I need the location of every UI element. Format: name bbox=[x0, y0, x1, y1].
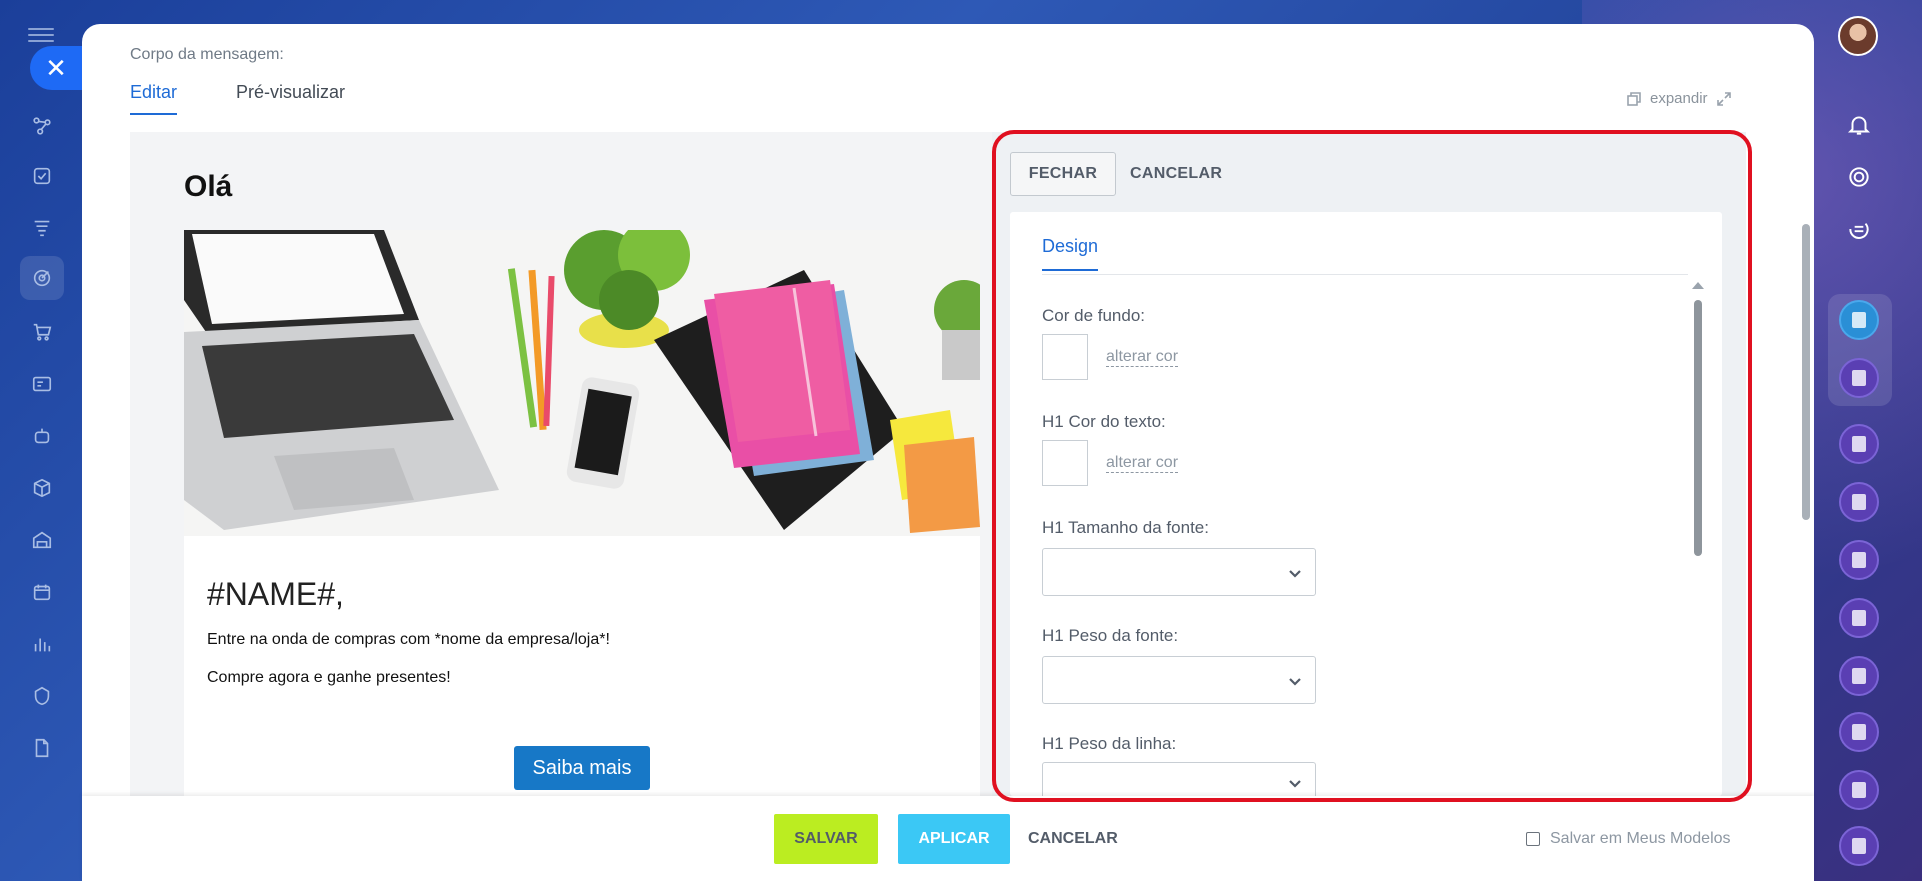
desk-photo bbox=[184, 230, 980, 536]
chat-sync-icon[interactable] bbox=[1842, 212, 1876, 246]
email-canvas: Olá #NAME#, Entre na onda de compras com… bbox=[130, 132, 992, 796]
body-label: Corpo da mensagem: bbox=[130, 46, 284, 63]
scroll-up-arrow[interactable] bbox=[1692, 282, 1704, 289]
contact-avatar[interactable] bbox=[1839, 712, 1879, 752]
cart-icon[interactable] bbox=[26, 316, 58, 348]
panel-inner: Corpo da mensagem: Editar Pré-visualizar… bbox=[106, 24, 1772, 881]
contact-avatar[interactable] bbox=[1839, 656, 1879, 696]
name-placeholder[interactable]: #NAME#, bbox=[207, 576, 344, 613]
footer-bar: SALVAR APLICAR CANCELAR Salvar em Meus M… bbox=[82, 796, 1814, 881]
document-icon[interactable] bbox=[26, 732, 58, 764]
calendar-icon[interactable] bbox=[26, 576, 58, 608]
h1-text-color-label: H1 Cor do texto: bbox=[1042, 412, 1166, 431]
block-settings-panel: FECHAR CANCELAR Design Cor de fundo: alt… bbox=[992, 132, 1746, 796]
close-icon: ✕ bbox=[45, 52, 67, 83]
chevron-down-icon bbox=[1289, 780, 1301, 788]
bookmark-avatar[interactable] bbox=[1839, 300, 1879, 340]
save-template-checkbox[interactable] bbox=[1526, 832, 1540, 846]
h1-text-color-change-link[interactable]: alterar cor bbox=[1106, 454, 1179, 473]
background-color-swatch[interactable] bbox=[1042, 334, 1088, 380]
copilot-icon[interactable] bbox=[1842, 160, 1876, 194]
scroll-thumb[interactable] bbox=[1694, 300, 1702, 556]
email-line-2[interactable]: Compre agora e ganhe presentes! bbox=[207, 669, 451, 687]
robot-icon[interactable] bbox=[26, 420, 58, 452]
cta-button[interactable]: Saiba mais bbox=[514, 746, 650, 790]
main-panel: Corpo da mensagem: Editar Pré-visualizar… bbox=[82, 24, 1814, 881]
tab-divider bbox=[1042, 274, 1688, 275]
page-scrollbar[interactable] bbox=[1802, 224, 1810, 520]
cancel-panel-button[interactable]: CANCELAR bbox=[1130, 152, 1222, 196]
avatar[interactable] bbox=[1838, 16, 1878, 56]
apply-button[interactable]: APLICAR bbox=[898, 814, 1010, 864]
email-greeting[interactable]: Olá bbox=[184, 170, 232, 204]
contact-card-icon[interactable] bbox=[26, 368, 58, 400]
close-panel-button[interactable]: FECHAR bbox=[1010, 152, 1116, 196]
warehouse-icon[interactable] bbox=[26, 524, 58, 556]
right-sidebar bbox=[1814, 0, 1922, 881]
hero-image[interactable] bbox=[184, 230, 980, 536]
tab-preview[interactable]: Pré-visualizar bbox=[236, 82, 345, 103]
contact-avatar[interactable] bbox=[1839, 540, 1879, 580]
contact-avatar[interactable] bbox=[1839, 598, 1879, 638]
content-area: Corpo da mensagem: Editar Pré-visualizar… bbox=[106, 24, 1772, 796]
chevron-down-icon bbox=[1289, 678, 1301, 686]
h1-font-weight-select[interactable] bbox=[1042, 656, 1316, 704]
contact-avatar[interactable] bbox=[1839, 358, 1879, 398]
save-button[interactable]: SALVAR bbox=[774, 814, 878, 864]
email-body-block[interactable]: #NAME#, Entre na onda de compras com *no… bbox=[184, 536, 980, 796]
background-color-label: Cor de fundo: bbox=[1042, 306, 1146, 325]
contact-avatar[interactable] bbox=[1839, 424, 1879, 464]
funnel-icon[interactable] bbox=[26, 212, 58, 244]
settings-scrollbar[interactable] bbox=[1692, 282, 1704, 782]
target-icon[interactable] bbox=[20, 256, 64, 300]
copy-icon bbox=[1627, 91, 1641, 106]
tab-design[interactable]: Design bbox=[1042, 236, 1099, 271]
expand-button[interactable]: expandir bbox=[1626, 90, 1732, 107]
contact-avatar[interactable] bbox=[1839, 770, 1879, 810]
h1-line-weight-select[interactable] bbox=[1042, 762, 1316, 796]
expand-label: expandir bbox=[1650, 90, 1708, 107]
h1-font-size-label: H1 Tamanho da fonte: bbox=[1042, 518, 1209, 537]
flow-icon[interactable] bbox=[26, 110, 58, 142]
chart-icon[interactable] bbox=[26, 628, 58, 660]
left-sidebar bbox=[0, 0, 82, 881]
tab-edit[interactable]: Editar bbox=[130, 82, 178, 115]
background-color-change-link[interactable]: alterar cor bbox=[1106, 348, 1179, 367]
cancel-button[interactable]: CANCELAR bbox=[1028, 814, 1118, 864]
box-icon[interactable] bbox=[26, 472, 58, 504]
settings-card: Design Cor de fundo: alterar cor H1 Cor … bbox=[1010, 212, 1722, 796]
contact-avatar[interactable] bbox=[1839, 826, 1879, 866]
tasks-icon[interactable] bbox=[26, 160, 58, 192]
h1-text-color-swatch[interactable] bbox=[1042, 440, 1088, 486]
save-template-label: Salvar em Meus Modelos bbox=[1550, 830, 1731, 847]
close-slider-button[interactable]: ✕ bbox=[30, 46, 82, 90]
bell-icon[interactable] bbox=[1842, 108, 1876, 142]
menu-icon[interactable] bbox=[28, 24, 54, 44]
h1-line-weight-label: H1 Peso da linha: bbox=[1042, 734, 1177, 753]
h1-font-size-select[interactable] bbox=[1042, 548, 1316, 596]
h1-font-weight-label: H1 Peso da fonte: bbox=[1042, 626, 1179, 645]
editor-area: Olá #NAME#, Entre na onda de compras com… bbox=[130, 132, 1746, 796]
expand-icon bbox=[1716, 91, 1731, 106]
contact-avatar[interactable] bbox=[1839, 482, 1879, 522]
shield-icon[interactable] bbox=[26, 680, 58, 712]
email-line-1[interactable]: Entre na onda de compras com *nome da em… bbox=[207, 631, 610, 649]
save-template-option[interactable]: Salvar em Meus Modelos bbox=[1526, 830, 1731, 848]
chevron-down-icon bbox=[1289, 570, 1301, 578]
